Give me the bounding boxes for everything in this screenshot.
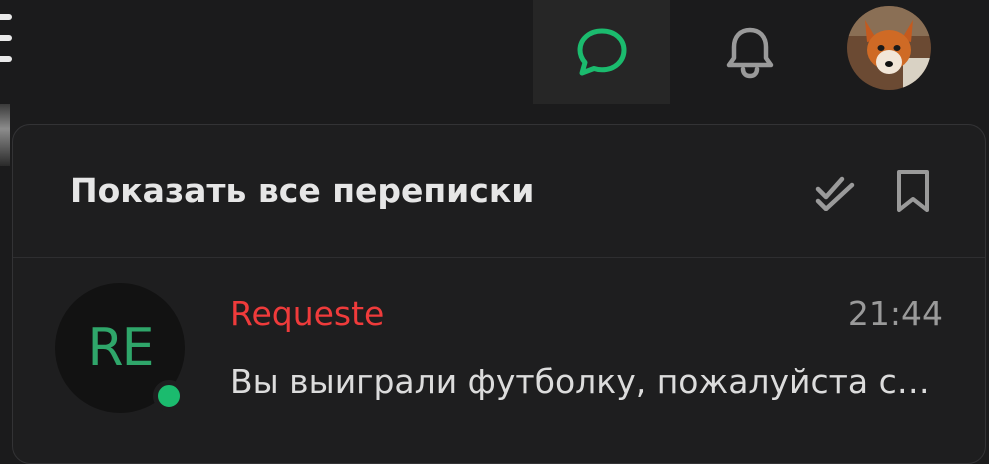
conversation-time: 21:44 [847, 294, 943, 333]
conversation-sender: Requeste [230, 294, 385, 333]
notifications-button[interactable] [700, 0, 800, 104]
mark-all-read-button[interactable] [813, 165, 859, 217]
user-avatar[interactable] [847, 6, 931, 90]
bookmark-icon [897, 170, 929, 212]
menu-handle-icon[interactable] [0, 14, 14, 80]
messages-dropdown: Показать все переписки RE Requeste 21:44… [12, 124, 986, 464]
messages-button[interactable] [533, 0, 670, 104]
fox-avatar-icon [847, 6, 931, 90]
bookmarks-button[interactable] [890, 165, 936, 217]
panel-header: Показать все переписки [13, 125, 985, 258]
bell-icon [726, 27, 774, 79]
show-all-conversations-link[interactable]: Показать все переписки [70, 171, 534, 210]
conversation-preview: Вы выиграли футболку, пожалуйста св... [230, 362, 942, 401]
obscured-text [160, 84, 196, 108]
avatar-initials: RE [87, 318, 155, 378]
online-status-indicator [153, 380, 185, 412]
top-bar [0, 0, 989, 104]
partial-image [0, 104, 10, 166]
double-check-icon [815, 176, 855, 211]
conversation-item[interactable]: RE Requeste 21:44 Вы выиграли футболку, … [13, 258, 985, 458]
chat-bubble-icon [577, 28, 626, 76]
